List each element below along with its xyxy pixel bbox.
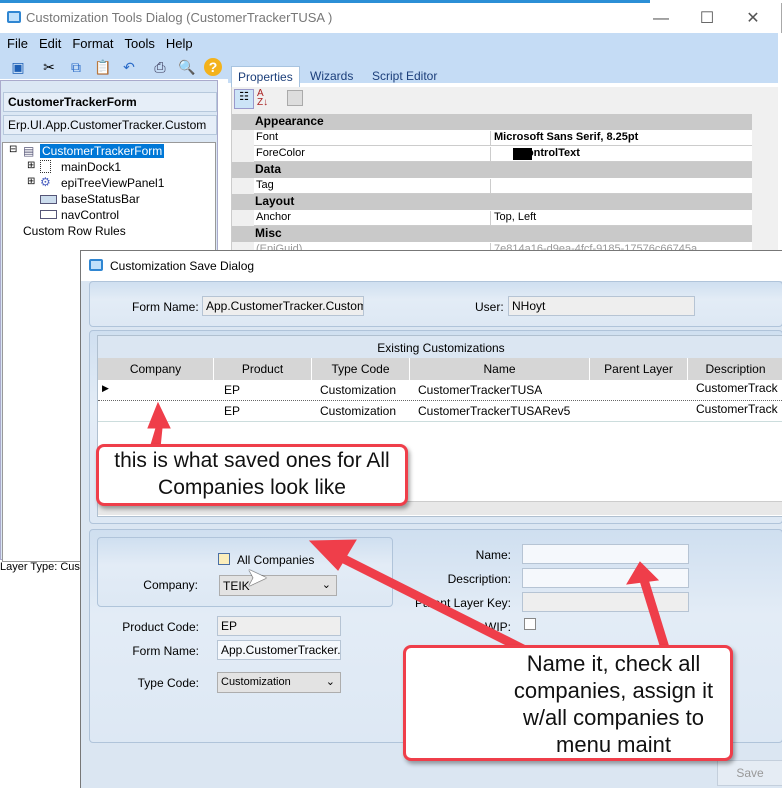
callout-instructions: Name it, check all companies, assign it … (403, 645, 733, 761)
arrow-to-company-column (147, 401, 171, 449)
callout-saved-all-companies: this is what saved ones for All Companie… (96, 444, 408, 506)
arrow-to-name-field (639, 578, 670, 650)
arrow-to-all-companies (337, 552, 528, 655)
arrowhead-name-field (626, 561, 660, 585)
